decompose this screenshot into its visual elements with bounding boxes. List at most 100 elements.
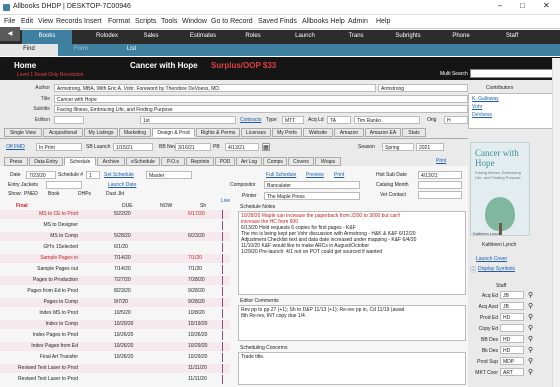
menu-item-records[interactable]: Records (56, 18, 82, 25)
schedule-row[interactable]: MS to CE to Prod 5/22/20 6/17/20 (0, 210, 230, 219)
lookup-icon[interactable]: ⚲ (528, 368, 533, 376)
tab-stats[interactable]: Stats (402, 128, 426, 137)
menu-item-scripts[interactable]: Scripts (135, 18, 156, 25)
schedule-row[interactable]: Sample Pages in 7/14/20 7/1/20 (0, 254, 230, 263)
menu-item-saved-finds[interactable]: Saved Finds (258, 18, 297, 25)
menu-item-view[interactable]: View (38, 18, 53, 25)
orig-field[interactable]: H (444, 116, 468, 124)
tab-wraps[interactable]: Wraps (315, 157, 341, 166)
catalog-month-field[interactable] (418, 181, 462, 189)
menu-item-tools[interactable]: Tools (161, 18, 177, 25)
due-date[interactable]: 5/28/20 (114, 233, 131, 239)
tab-website[interactable]: Website (303, 128, 333, 137)
edition-value-field[interactable]: 1st (140, 116, 236, 124)
menu-item-help[interactable]: Help (376, 18, 390, 25)
acq-field[interactable]: TA (327, 116, 351, 124)
nav-estimates[interactable]: Estimates (178, 33, 228, 39)
schedule-row[interactable]: GH's 1Selected 6/1/20 (0, 243, 230, 252)
schedule-row[interactable]: Index MS to Prod 10/5/20 10/8/20 (0, 309, 230, 318)
tab-amazon[interactable]: Amazon (334, 128, 364, 137)
nav-launch[interactable]: Launch (280, 33, 330, 39)
preview-link[interactable]: Preview (306, 172, 324, 178)
menu-item-format[interactable]: Format (108, 18, 130, 25)
menu-item-window[interactable]: Window (182, 18, 207, 25)
sh-date[interactable]: 11/11/20 (188, 365, 207, 371)
full-schedule-link[interactable]: Full Schedule (266, 172, 296, 178)
tab-list[interactable]: List (104, 46, 159, 52)
sh-date[interactable]: 6/17/20 (188, 211, 205, 217)
due-date[interactable]: 10/20/20 (114, 321, 133, 327)
menu-item-insert[interactable]: Insert (84, 18, 102, 25)
home-label[interactable]: Home (14, 61, 36, 70)
hist-sub-date-field[interactable]: 4/13/21 (418, 171, 462, 179)
nav-subrights[interactable]: Subrights (383, 33, 433, 39)
schedule-row[interactable]: Index Pages to Prod 10/26/20 10/26/20 (0, 331, 230, 340)
due-date[interactable]: 8/23/20 (114, 288, 131, 294)
lookup-icon[interactable]: ⚲ (528, 302, 533, 310)
display-symbols-link[interactable]: Display Symbols (478, 266, 515, 272)
tab-art-log[interactable]: Art Log (236, 157, 262, 166)
menu-item-file[interactable]: File (4, 18, 15, 25)
sh-date[interactable]: 10/19/20 (188, 321, 207, 327)
schedule-row[interactable]: MS to Comp 5/28/20 6/23/20 (0, 232, 230, 241)
schedule-row[interactable]: Pages to Comp 9/7/20 9/28/20 (0, 298, 230, 307)
staff-initials[interactable]: JB (500, 291, 524, 299)
subtitle-field[interactable]: Facing Illness, Embracing Life, and Find… (54, 105, 468, 113)
contributor-item[interactable]: K. Galloway (469, 94, 555, 104)
schedule-row[interactable]: Revised Text Laser to Prod 11/11/20 (0, 375, 230, 384)
nav-roles[interactable]: Roles (228, 33, 278, 39)
nav-trans[interactable]: Trans (331, 33, 381, 39)
off-fmd-button[interactable]: Off FMD (6, 144, 25, 150)
tab-covers[interactable]: Covers (288, 157, 314, 166)
tab-pod[interactable]: POD (215, 157, 235, 166)
schedule-row[interactable]: Revised Text Laser to Prod 11/11/20 (0, 364, 230, 373)
tab-find[interactable]: Find (0, 44, 58, 56)
sh-date[interactable]: 10/8/20 (188, 310, 205, 316)
master-select[interactable]: Master (146, 171, 192, 179)
tab-single-view[interactable]: Single View (4, 128, 42, 137)
date-field[interactable]: 7/23/20 (26, 171, 56, 179)
tab-archive[interactable]: Archive (97, 157, 125, 166)
tab-amazon-ea[interactable]: Amazon EA (365, 128, 401, 137)
lookup-icon[interactable]: ⚲ (528, 313, 533, 321)
contributor-item[interactable]: DeVoess (469, 110, 555, 120)
contracts-link[interactable]: Contracts (240, 117, 261, 123)
sh-date[interactable]: 7/28/20 (188, 277, 205, 283)
maximize-icon[interactable]: □ (520, 1, 525, 10)
staff-initials[interactable]: HD (500, 346, 524, 354)
set-schedule-link[interactable]: Set Schedule (104, 172, 134, 178)
sh-date[interactable]: 6/23/20 (188, 233, 205, 239)
printer-field[interactable]: The Maple Press (264, 192, 360, 200)
lookup-icon[interactable]: ⚲ (528, 335, 533, 343)
schedule-row[interactable]: Pages to Production 7/27/20 7/28/20 (0, 276, 230, 285)
due-date[interactable]: 7/14/20 (114, 266, 131, 272)
launch-cover-link[interactable]: Launch Cover (476, 256, 507, 262)
staff-initials[interactable]: HD (500, 335, 524, 343)
editor-comments-area[interactable]: Rev pp to pp 27 (+1); Sh to D&P 11/13 (+… (238, 305, 466, 341)
tab-rights-perms[interactable]: Rights & Perms (196, 128, 240, 137)
tab-data-entry[interactable]: Data Entry (29, 157, 63, 166)
scrollbar[interactable] (552, 58, 560, 387)
tab-marketing[interactable]: Marketing (119, 128, 151, 137)
compositor-field[interactable]: Bancalater (264, 181, 360, 189)
nav-rolodex[interactable]: Rolodex (82, 33, 132, 39)
pb-field[interactable]: 4/13/21 (225, 143, 259, 151)
schedule-row[interactable]: Index Pages from Ed 10/26/20 10/29/20 (0, 342, 230, 351)
season-field[interactable]: Spring (382, 143, 414, 151)
scheduling-concerns-area[interactable]: Trade title. (238, 352, 466, 385)
tab-my-listings[interactable]: My Listings (84, 128, 118, 137)
back-arrow-icon[interactable]: ◀ (0, 27, 20, 41)
print-link[interactable]: Print (436, 158, 446, 164)
lookup-icon[interactable]: ⚲ (528, 324, 533, 332)
staff-initials[interactable]: ART (500, 368, 524, 376)
staff-initials[interactable] (500, 324, 524, 332)
schedule-row[interactable]: Pages from Ed to Prod 8/23/20 9/28/20 (0, 287, 230, 296)
nav-books[interactable]: Books (22, 30, 72, 44)
tab-licenses[interactable]: Licenses (241, 128, 271, 137)
calendar-icon[interactable]: ▦ (262, 143, 270, 151)
lookup-icon[interactable]: ⚲ (528, 346, 533, 354)
nav-staff[interactable]: Staff (487, 33, 537, 39)
staff-initials[interactable]: JB (500, 302, 524, 310)
print-schedule-link[interactable]: Print (334, 172, 344, 178)
due-date[interactable]: 10/26/20 (114, 343, 133, 349)
